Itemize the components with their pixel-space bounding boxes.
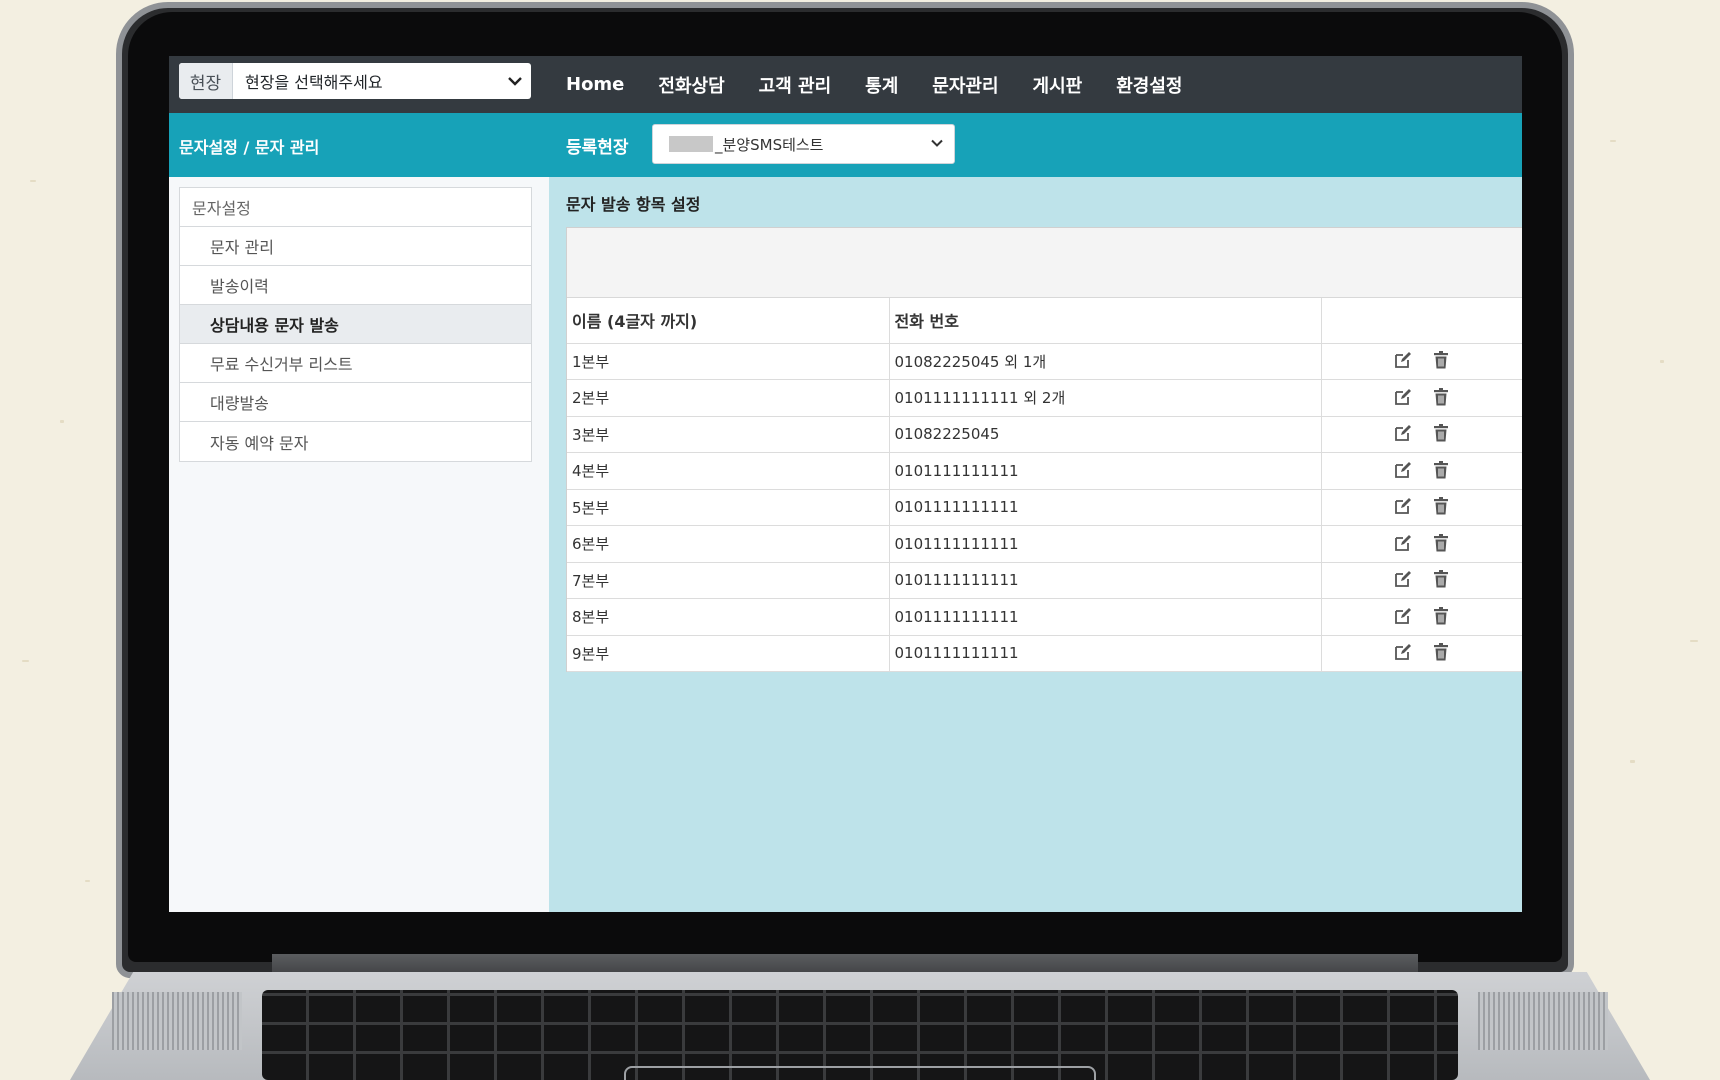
trash-icon[interactable] bbox=[1430, 350, 1452, 372]
edit-icon[interactable] bbox=[1392, 350, 1414, 372]
row-name: 8본부 bbox=[567, 598, 890, 636]
menu-item-stats[interactable]: 통계 bbox=[865, 72, 898, 98]
table-row: 3본부 01082225045 bbox=[567, 416, 1522, 453]
row-name: 7본부 bbox=[567, 562, 890, 599]
speaker-grille-right bbox=[1478, 992, 1608, 1050]
registered-site-value: _분양SMS테스트 bbox=[715, 135, 824, 154]
table-header-row: 이름 (4글자 까지) 전화 번호 bbox=[567, 298, 1522, 344]
row-phone: 0101111111111 bbox=[889, 635, 1322, 672]
trash-icon[interactable] bbox=[1430, 642, 1452, 664]
table-row: 6본부 0101111111111 bbox=[567, 525, 1522, 563]
trash-icon[interactable] bbox=[1430, 423, 1452, 445]
row-actions bbox=[1321, 598, 1522, 636]
edit-icon[interactable] bbox=[1392, 642, 1414, 664]
panel-toolbar bbox=[567, 228, 1522, 298]
edit-icon[interactable] bbox=[1392, 387, 1414, 409]
edit-icon[interactable] bbox=[1392, 460, 1414, 482]
main-content: 문자 발송 항목 설정 이름 (4글자 까지) 전화 번호 1본부 0108222… bbox=[549, 177, 1522, 912]
row-phone: 0101111111111 외 2개 bbox=[889, 379, 1322, 417]
sidebar-item-auto-reserve[interactable]: 자동 예약 문자 bbox=[180, 422, 531, 461]
sidebar-item-consult-sms[interactable]: 상담내용 문자 발송 bbox=[180, 305, 531, 344]
main-menu: Home 전화상담 고객 관리 통계 문자관리 게시판 환경설정 bbox=[566, 56, 1216, 113]
table-row: 8본부 0101111111111 bbox=[567, 598, 1522, 636]
chevron-down-icon[interactable] bbox=[499, 63, 531, 99]
menu-item-customer[interactable]: 고객 관리 bbox=[759, 72, 832, 98]
menu-item-board[interactable]: 게시판 bbox=[1033, 72, 1083, 98]
trash-icon[interactable] bbox=[1430, 387, 1452, 409]
speaker-grille-left bbox=[112, 992, 242, 1050]
row-actions bbox=[1321, 489, 1522, 526]
edit-icon[interactable] bbox=[1392, 496, 1414, 518]
trash-icon[interactable] bbox=[1430, 460, 1452, 482]
trash-icon[interactable] bbox=[1430, 533, 1452, 555]
row-actions bbox=[1321, 635, 1522, 672]
row-actions bbox=[1321, 379, 1522, 417]
row-name: 3본부 bbox=[567, 416, 890, 453]
site-select-value[interactable]: 현장을 선택해주세요 bbox=[233, 63, 499, 99]
site-select[interactable]: 현장 현장을 선택해주세요 bbox=[179, 63, 531, 99]
row-name: 5본부 bbox=[567, 489, 890, 526]
chevron-down-icon bbox=[930, 136, 944, 154]
sidebar-item-bulk-send[interactable]: 대량발송 bbox=[180, 383, 531, 422]
settings-panel: 이름 (4글자 까지) 전화 번호 1본부 01082225045 외 1개 2본부… bbox=[566, 227, 1522, 672]
column-header-name: 이름 (4글자 까지) bbox=[567, 298, 890, 344]
table-row: 2본부 0101111111111 외 2개 bbox=[567, 379, 1522, 417]
row-name: 1본부 bbox=[567, 343, 890, 380]
row-phone: 01082225045 외 1개 bbox=[889, 343, 1322, 380]
row-name: 2본부 bbox=[567, 379, 890, 417]
row-actions bbox=[1321, 343, 1522, 380]
edit-icon[interactable] bbox=[1392, 423, 1414, 445]
registered-site-label: 등록현장 bbox=[566, 138, 629, 158]
menu-item-home[interactable]: Home bbox=[566, 74, 624, 95]
edit-icon[interactable] bbox=[1392, 533, 1414, 555]
column-header-phone: 전화 번호 bbox=[889, 298, 1322, 344]
table-row: 4본부 0101111111111 bbox=[567, 452, 1522, 490]
row-name: 4본부 bbox=[567, 452, 890, 490]
table-row: 1본부 01082225045 외 1개 bbox=[567, 343, 1522, 380]
breadcrumb: 문자설정 / 문자 관리 bbox=[179, 138, 320, 157]
table-row: 5본부 0101111111111 bbox=[567, 489, 1522, 526]
edit-icon[interactable] bbox=[1392, 569, 1414, 591]
row-name: 6본부 bbox=[567, 525, 890, 563]
sidebar-item-send-history[interactable]: 발송이력 bbox=[180, 266, 531, 305]
row-phone: 0101111111111 bbox=[889, 525, 1322, 563]
sidebar: 문자설정 문자 관리 발송이력 상담내용 문자 발송 무료 수신거부 리스트 대… bbox=[169, 177, 549, 912]
column-header-actions bbox=[1321, 298, 1522, 344]
sidebar-list: 문자설정 문자 관리 발송이력 상담내용 문자 발송 무료 수신거부 리스트 대… bbox=[179, 187, 532, 462]
row-phone: 0101111111111 bbox=[889, 489, 1322, 526]
sidebar-header: 문자설정 bbox=[180, 188, 531, 227]
registered-site-select[interactable]: _분양SMS테스트 bbox=[652, 124, 955, 164]
menu-item-sms[interactable]: 문자관리 bbox=[932, 72, 998, 98]
edit-icon[interactable] bbox=[1392, 606, 1414, 628]
table-row: 7본부 0101111111111 bbox=[567, 562, 1522, 599]
sub-header: 문자설정 / 문자 관리 등록현장 _분양SMS테스트 bbox=[169, 113, 1522, 177]
app-screen: 현장 현장을 선택해주세요 Home 전화상담 고객 관리 통계 문자관리 게시… bbox=[169, 56, 1522, 912]
top-navbar: 현장 현장을 선택해주세요 Home 전화상담 고객 관리 통계 문자관리 게시… bbox=[169, 56, 1522, 113]
row-phone: 0101111111111 bbox=[889, 598, 1322, 636]
row-phone: 0101111111111 bbox=[889, 562, 1322, 599]
sidebar-item-sms-manage[interactable]: 문자 관리 bbox=[180, 227, 531, 266]
row-actions bbox=[1321, 416, 1522, 453]
section-title: 문자 발송 항목 설정 bbox=[566, 195, 701, 214]
row-actions bbox=[1321, 562, 1522, 599]
trackpad bbox=[624, 1066, 1096, 1080]
table-row: 9본부 0101111111111 bbox=[567, 635, 1522, 672]
redacted-mask bbox=[669, 136, 713, 152]
row-actions bbox=[1321, 452, 1522, 490]
menu-item-phone-consult[interactable]: 전화상담 bbox=[658, 72, 724, 98]
sidebar-item-unsubscribe-list[interactable]: 무료 수신거부 리스트 bbox=[180, 344, 531, 383]
trash-icon[interactable] bbox=[1430, 606, 1452, 628]
site-select-addon: 현장 bbox=[179, 63, 233, 99]
row-name: 9본부 bbox=[567, 635, 890, 672]
trash-icon[interactable] bbox=[1430, 569, 1452, 591]
menu-item-settings[interactable]: 환경설정 bbox=[1116, 72, 1182, 98]
row-phone: 01082225045 bbox=[889, 416, 1322, 453]
trash-icon[interactable] bbox=[1430, 496, 1452, 518]
sms-items-table: 이름 (4글자 까지) 전화 번호 1본부 01082225045 외 1개 2본부… bbox=[567, 298, 1522, 672]
row-actions bbox=[1321, 525, 1522, 563]
row-phone: 0101111111111 bbox=[889, 452, 1322, 490]
